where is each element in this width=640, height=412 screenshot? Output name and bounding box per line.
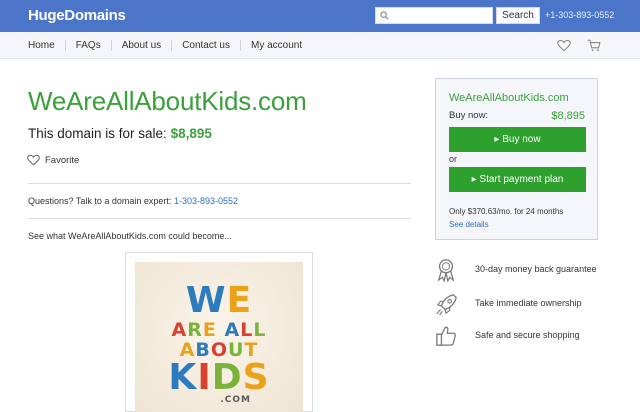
see-what-text: See what WeAreAllAboutKids.com could bec… [28,231,232,241]
favorite-label: Favorite [45,154,80,166]
logo-preview-image: WE ARE ALL ABOUT KIDS .COM [135,262,303,412]
heart-icon [27,154,40,166]
top-header: HugeDomains Search +1-303-893-0552 [0,0,640,32]
cart-icon[interactable] [587,39,601,52]
thumbs-up-icon [436,326,456,346]
buy-now-button[interactable]: ▸ Buy now [449,127,586,152]
see-details-link[interactable]: See details [449,220,489,229]
questions-text: Questions? Talk to a domain expert: [28,196,172,206]
search-icon [380,11,389,20]
nav-bar: Home FAQs About us Contact us My account [0,32,640,59]
monthly-price-text: Only $370.63/mo. for 24 months [449,207,564,216]
logo-line-com: .COM [220,395,251,405]
feature-secure: Safe and secure shopping [435,324,605,348]
buybox-price: $8,895 [551,110,585,122]
logo-preview-frame: WE ARE ALL ABOUT KIDS .COM [125,252,313,412]
questions-line: Questions? Talk to a domain expert: 1-30… [28,196,238,206]
nav-contact[interactable]: Contact us [171,40,240,51]
logo-line-are-all: ARE ALL [171,319,267,341]
search-button[interactable]: Search [496,7,540,24]
search-field[interactable] [375,7,493,24]
buybox-domain: WeAreAllAboutKids.com [449,92,569,104]
feature-money-back: 30-day money back guarantee [435,258,605,282]
nav-home[interactable]: Home [28,40,65,51]
nav-faqs[interactable]: FAQs [64,40,111,51]
expert-phone-link[interactable]: 1-303-893-0552 [174,196,238,206]
feature-label: 30-day money back guarantee [475,264,597,274]
payment-plan-button[interactable]: ▸ Start payment plan [449,167,586,192]
nav-my-account[interactable]: My account [240,40,312,51]
divider [28,183,411,184]
nav-about[interactable]: About us [110,40,171,51]
main-nav: Home FAQs About us Contact us My account [28,40,312,51]
domain-title: WeAreAllAboutKids.com [28,86,307,116]
feature-label: Take immediate ownership [475,298,582,308]
header-phone[interactable]: +1-303-893-0552 [545,10,614,20]
favorite-button[interactable]: Favorite [27,154,79,166]
domain-price: $8,895 [170,126,212,141]
or-label: or [449,154,458,164]
favorites-heart-icon[interactable] [557,39,571,52]
buy-box: WeAreAllAboutKids.com Buy now: $8,895 ▸ … [435,78,598,240]
rocket-icon [436,294,457,316]
for-sale-text: This domain is for sale: [28,126,167,141]
feature-ownership: Take immediate ownership [435,292,605,316]
ribbon-icon [437,259,455,282]
logo-line-we: WE [185,280,253,321]
feature-label: Safe and secure shopping [475,330,580,340]
buy-now-label: Buy now: [449,110,489,121]
search-input[interactable] [392,9,490,22]
logo-line-kids: KIDS [168,357,270,398]
site-logo[interactable]: HugeDomains [28,7,126,24]
for-sale-line: This domain is for sale: $8,895 [28,126,212,141]
divider [28,218,411,219]
